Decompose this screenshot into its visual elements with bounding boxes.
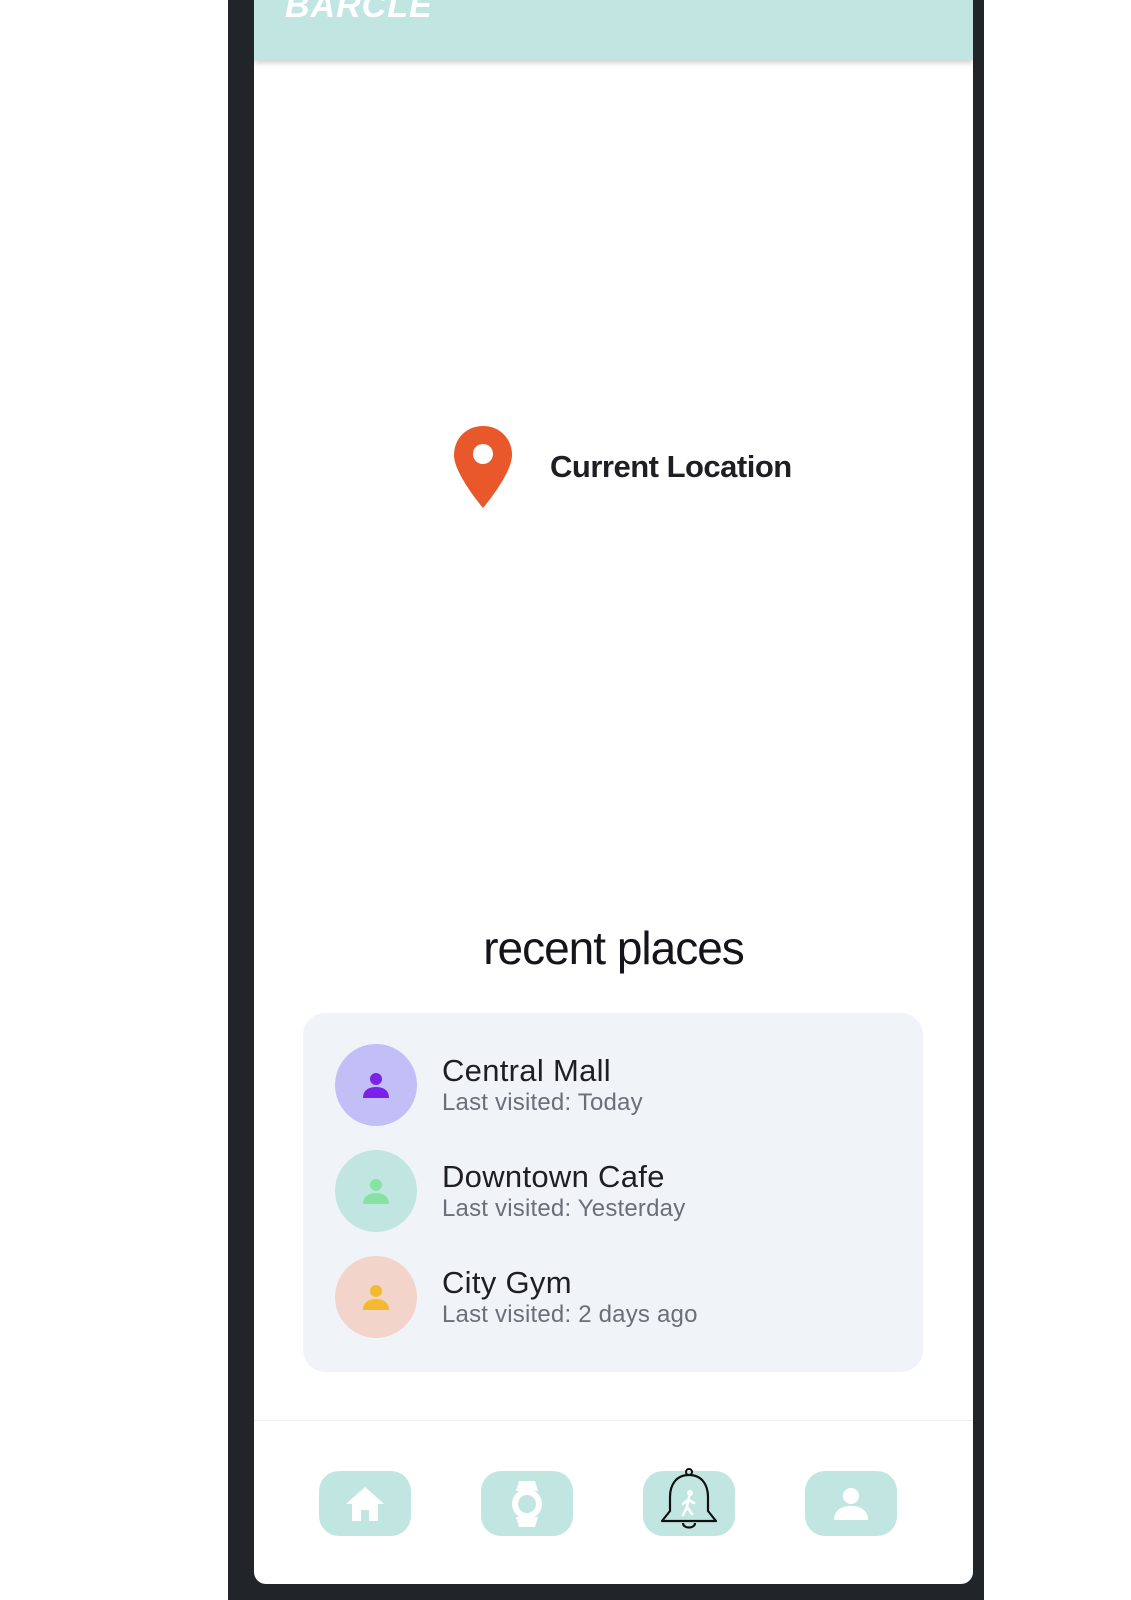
person-icon <box>363 1073 389 1098</box>
nav-watch-button[interactable] <box>481 1471 573 1536</box>
place-name: City Gym <box>442 1265 572 1300</box>
person-icon <box>363 1285 389 1310</box>
place-name: Central Mall <box>442 1053 611 1088</box>
place-avatar <box>335 1044 417 1126</box>
current-location-marker[interactable]: Current Location <box>452 424 792 510</box>
nav-home-button[interactable] <box>319 1471 411 1536</box>
place-last-visited: Last visited: 2 days ago <box>442 1301 698 1328</box>
list-item[interactable]: Downtown Cafe Last visited: Yesterday <box>335 1150 685 1232</box>
map-pin-icon <box>454 426 512 508</box>
watch-icon <box>512 1480 542 1527</box>
app-header: BARCLE <box>254 0 973 60</box>
place-avatar <box>335 1256 417 1338</box>
place-text: City Gym Last visited: 2 days ago <box>442 1265 698 1329</box>
place-last-visited: Last visited: Yesterday <box>442 1195 686 1222</box>
bell-icon <box>660 1467 718 1529</box>
app-screen: BARCLE Current Location recent places Ce… <box>254 0 973 1584</box>
recent-places-title: recent places <box>483 922 745 974</box>
place-last-visited: Last visited: Today <box>442 1089 643 1116</box>
list-item[interactable]: Central Mall Last visited: Today <box>335 1044 643 1126</box>
place-avatar <box>335 1150 417 1232</box>
person-icon <box>363 1179 389 1204</box>
place-text: Downtown Cafe Last visited: Yesterday <box>442 1159 685 1223</box>
nav-profile-button[interactable] <box>805 1471 897 1536</box>
place-name: Downtown Cafe <box>442 1159 665 1194</box>
recent-places-list: Central Mall Last visited: Today Downtow… <box>303 1013 923 1372</box>
app-title: BARCLE <box>285 0 433 25</box>
place-text: Central Mall Last visited: Today <box>442 1053 643 1117</box>
bottom-nav <box>254 1420 973 1584</box>
list-item[interactable]: City Gym Last visited: 2 days ago <box>335 1256 698 1338</box>
nav-alerts-button[interactable] <box>643 1467 735 1536</box>
home-icon <box>346 1486 384 1521</box>
person-icon <box>834 1487 868 1520</box>
current-location-label: Current Location <box>550 449 792 484</box>
